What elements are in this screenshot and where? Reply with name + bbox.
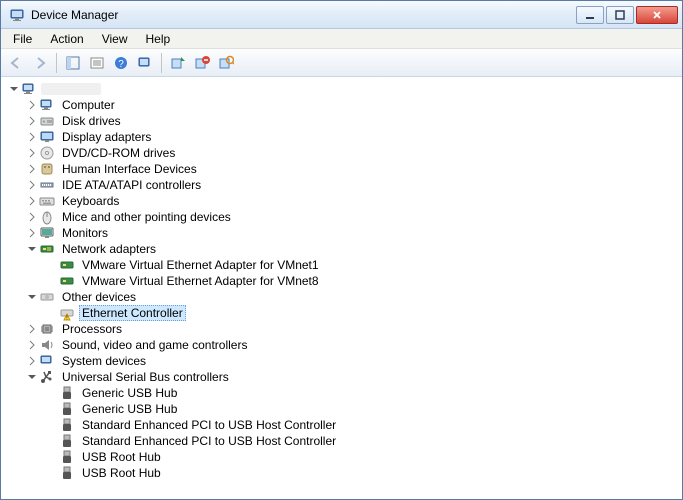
minimize-button[interactable]	[576, 6, 604, 24]
uninstall-button[interactable]	[191, 52, 213, 74]
maximize-button[interactable]	[606, 6, 634, 24]
expander-collapsed-icon[interactable]	[25, 322, 39, 336]
menu-file[interactable]: File	[5, 30, 40, 48]
computer-icon	[39, 97, 55, 113]
category-computer[interactable]: Computer	[59, 97, 118, 113]
ide-icon	[39, 177, 55, 193]
expander-expanded-icon[interactable]	[25, 370, 39, 384]
expander-collapsed-icon[interactable]	[25, 130, 39, 144]
usb-icon	[39, 369, 55, 385]
sound-icon	[39, 337, 55, 353]
root-computer-label[interactable]	[41, 83, 101, 95]
menu-help[interactable]: Help	[138, 30, 179, 48]
mouse-icon	[39, 209, 55, 225]
category-network-adapters[interactable]: Network adapters	[59, 241, 159, 257]
category-other-devices[interactable]: Other devices	[59, 289, 139, 305]
show-hide-console-button[interactable]	[62, 52, 84, 74]
device-usb-root-hub[interactable]: USB Root Hub	[79, 449, 164, 465]
expander-collapsed-icon[interactable]	[25, 98, 39, 112]
scan-hardware-button[interactable]	[215, 52, 237, 74]
expander-collapsed-icon[interactable]	[25, 194, 39, 208]
device-vmnet1[interactable]: VMware Virtual Ethernet Adapter for VMne…	[79, 257, 322, 273]
tree-content[interactable]: ComputerDisk drivesDisplay adaptersDVD/C…	[1, 77, 682, 499]
menubar: File Action View Help	[1, 29, 682, 49]
device-usb-root-hub[interactable]: USB Root Hub	[79, 465, 164, 481]
network-icon	[39, 241, 55, 257]
cpu-icon	[39, 321, 55, 337]
svg-text:?: ?	[118, 59, 124, 70]
category-mice[interactable]: Mice and other pointing devices	[59, 209, 234, 225]
expander-collapsed-icon[interactable]	[25, 338, 39, 352]
back-button[interactable]	[5, 52, 27, 74]
category-system-devices[interactable]: System devices	[59, 353, 149, 369]
nic-icon	[59, 257, 75, 273]
menu-action[interactable]: Action	[42, 30, 91, 48]
expander-collapsed-icon[interactable]	[25, 114, 39, 128]
category-keyboards[interactable]: Keyboards	[59, 193, 122, 209]
properties-button[interactable]	[86, 52, 108, 74]
refresh-button[interactable]	[134, 52, 156, 74]
usb-device-icon	[59, 417, 75, 433]
other-devices-icon	[39, 289, 55, 305]
forward-button[interactable]	[29, 52, 51, 74]
category-disk-drives[interactable]: Disk drives	[59, 113, 124, 129]
help-button[interactable]: ?	[110, 52, 132, 74]
toolbar: ?	[1, 49, 682, 77]
category-sound[interactable]: Sound, video and game controllers	[59, 337, 250, 353]
expander-collapsed-icon[interactable]	[25, 354, 39, 368]
device-generic-usb-hub[interactable]: Generic USB Hub	[79, 385, 180, 401]
dvd-icon	[39, 145, 55, 161]
nic-icon	[59, 273, 75, 289]
hid-icon	[39, 161, 55, 177]
titlebar[interactable]: Device Manager	[1, 1, 682, 29]
display-icon	[39, 129, 55, 145]
category-ide[interactable]: IDE ATA/ATAPI controllers	[59, 177, 204, 193]
device-vmnet8[interactable]: VMware Virtual Ethernet Adapter for VMne…	[79, 273, 322, 289]
device-std-enhanced-pci-usb[interactable]: Standard Enhanced PCI to USB Host Contro…	[79, 417, 339, 433]
toolbar-separator	[56, 53, 57, 73]
expander-expanded-icon[interactable]	[25, 290, 39, 304]
usb-device-icon	[59, 401, 75, 417]
monitor-icon	[39, 225, 55, 241]
category-hid[interactable]: Human Interface Devices	[59, 161, 200, 177]
disk-icon	[39, 113, 55, 129]
device-std-enhanced-pci-usb[interactable]: Standard Enhanced PCI to USB Host Contro…	[79, 433, 339, 449]
usb-device-icon	[59, 449, 75, 465]
keyboard-icon	[39, 193, 55, 209]
system-icon	[39, 353, 55, 369]
usb-device-icon	[59, 385, 75, 401]
expander-collapsed-icon[interactable]	[25, 178, 39, 192]
warning-device-icon: !	[59, 305, 75, 321]
expander-collapsed-icon[interactable]	[25, 162, 39, 176]
usb-device-icon	[59, 433, 75, 449]
expander-collapsed-icon[interactable]	[25, 226, 39, 240]
expander-collapsed-icon[interactable]	[25, 210, 39, 224]
app-icon	[9, 7, 25, 23]
device-ethernet-controller[interactable]: Ethernet Controller	[79, 305, 186, 321]
menu-view[interactable]: View	[94, 30, 136, 48]
expander-collapsed-icon[interactable]	[25, 146, 39, 160]
device-generic-usb-hub[interactable]: Generic USB Hub	[79, 401, 180, 417]
expander-expanded-icon[interactable]	[25, 242, 39, 256]
update-driver-button[interactable]	[167, 52, 189, 74]
computer-icon	[21, 81, 37, 97]
category-usb-controllers[interactable]: Universal Serial Bus controllers	[59, 369, 232, 385]
category-dvd[interactable]: DVD/CD-ROM drives	[59, 145, 178, 161]
expander-expanded-icon[interactable]	[7, 82, 21, 96]
category-display-adapters[interactable]: Display adapters	[59, 129, 154, 145]
device-manager-window: Device Manager File Action View Help ?	[0, 0, 683, 500]
category-monitors[interactable]: Monitors	[59, 225, 111, 241]
close-button[interactable]	[636, 6, 678, 24]
window-buttons	[576, 6, 678, 24]
window-title: Device Manager	[31, 8, 576, 22]
toolbar-separator	[161, 53, 162, 73]
usb-device-icon	[59, 465, 75, 481]
category-processors[interactable]: Processors	[59, 321, 125, 337]
